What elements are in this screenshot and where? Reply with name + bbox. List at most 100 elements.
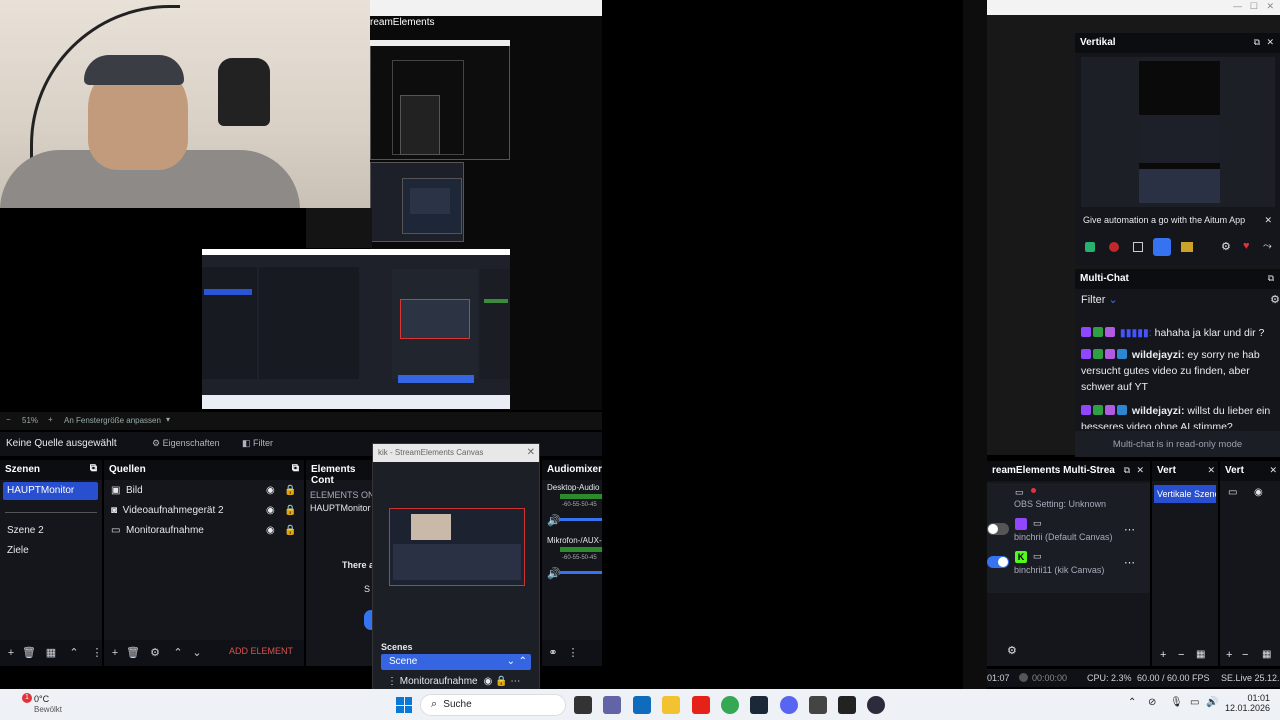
task-view-icon[interactable]	[574, 696, 592, 714]
scene-item-szene2[interactable]: Szene 2	[7, 525, 44, 536]
volume-icon[interactable]: 🔊	[547, 567, 561, 580]
app-icon[interactable]	[809, 696, 827, 714]
gear-icon[interactable]: ⚙	[1007, 644, 1017, 657]
add-element-button[interactable]: ADD ELEMENT	[229, 646, 293, 656]
vertikale-szene-button[interactable]: Vertikale Szene	[1154, 485, 1216, 503]
source-item[interactable]: ◙ Videoaufnahmegerät 2 ◉ 🔒	[111, 505, 301, 516]
filter-icon[interactable]: ▦	[1196, 649, 1205, 660]
undock-icon[interactable]: ⧉	[1254, 37, 1260, 48]
more-icon[interactable]: ⋯	[1124, 523, 1135, 536]
lock-icon[interactable]: 🔒	[284, 505, 296, 516]
mic-icon[interactable]: 🎙	[1170, 697, 1183, 708]
elements-button[interactable]	[364, 610, 372, 630]
trash-icon[interactable]: 🗑	[22, 646, 36, 660]
add-icon[interactable]: +	[1226, 649, 1232, 661]
source-item[interactable]: ▣ Bild ◉ 🔒	[111, 485, 301, 496]
clock[interactable]: 01:01 12.01.2026	[1210, 693, 1270, 713]
eye-icon[interactable]: ◉	[1254, 487, 1263, 498]
add-icon[interactable]: +	[4, 646, 18, 660]
properties-button[interactable]: ⚙ Eigenschaften	[146, 436, 226, 453]
undock-icon[interactable]: ⧉	[292, 463, 299, 474]
close-icon[interactable]: ✕	[1266, 37, 1274, 48]
close-icon[interactable]: ✕	[1136, 465, 1144, 476]
chrome-icon[interactable]	[721, 696, 739, 714]
down-icon[interactable]: ⌄	[190, 646, 204, 660]
tray-chevron-icon[interactable]: ⌃	[1128, 697, 1136, 708]
more-icon[interactable]: ⋯	[510, 676, 520, 687]
close-promo-icon[interactable]: ✕	[1264, 215, 1272, 226]
monitor-icon[interactable]: ▭	[1228, 487, 1237, 498]
zoom-plus-icon[interactable]: +	[48, 415, 53, 424]
close-icon[interactable]: ✕	[1269, 465, 1277, 476]
filter-icon[interactable]: ▦	[1262, 649, 1271, 660]
undock-icon[interactable]: ⧉	[1124, 465, 1130, 476]
minus-icon[interactable]: −	[1242, 649, 1248, 661]
eye-icon[interactable]: ◉	[266, 485, 275, 496]
taskbar-search[interactable]: ⌕ Suche	[420, 694, 566, 716]
chevron-down-icon[interactable]: ⌄	[507, 656, 515, 667]
virtual-cam-icon[interactable]	[1133, 242, 1143, 252]
volume-icon[interactable]: 🔊	[547, 514, 561, 527]
up-icon[interactable]: ⌃	[67, 646, 81, 660]
gear-icon[interactable]: ⚙	[1270, 293, 1280, 306]
more-icon[interactable]: ⋮	[566, 646, 580, 660]
store-icon[interactable]	[633, 696, 651, 714]
minimize-icon[interactable]: —	[1233, 1, 1242, 11]
more-icon[interactable]: ⋯	[1124, 556, 1135, 569]
zoom-fit-label[interactable]: An Fenstergröße anpassen	[64, 416, 161, 425]
link-icon[interactable]: ⚭	[546, 646, 560, 660]
close-icon[interactable]: ✕	[1266, 1, 1274, 12]
eye-icon[interactable]: ◉	[266, 505, 275, 516]
lock-icon[interactable]: 🔒	[284, 485, 296, 496]
network-icon[interactable]: ⊘	[1148, 697, 1156, 708]
stream-icon[interactable]	[1085, 242, 1095, 252]
discord-icon[interactable]	[780, 696, 798, 714]
close-icon[interactable]: ✕	[527, 447, 535, 458]
record-icon[interactable]	[1109, 242, 1119, 252]
volume-slider[interactable]	[560, 571, 602, 574]
replay-icon[interactable]	[1153, 238, 1171, 256]
teams-icon[interactable]	[603, 696, 621, 714]
maximize-icon[interactable]: ☐	[1250, 1, 1258, 12]
epic-games-icon[interactable]	[838, 696, 856, 714]
chat-filter[interactable]: Filter ⌄	[1081, 293, 1118, 306]
undock-icon[interactable]: ⧉	[1268, 273, 1274, 284]
filter-icon[interactable]: ▦	[44, 646, 58, 660]
scene-item-ziele[interactable]: Ziele	[7, 545, 29, 556]
lock-icon[interactable]: 🔒	[284, 525, 296, 536]
close-icon[interactable]: ✕	[1207, 465, 1215, 476]
steam-icon[interactable]	[750, 696, 768, 714]
lock-icon[interactable]: 🔒	[495, 676, 507, 687]
explorer-icon[interactable]	[662, 696, 680, 714]
heart-icon[interactable]: ♥	[1243, 240, 1250, 252]
canvas-scene-item[interactable]: Scene ⌄ ⌃	[381, 654, 531, 670]
volume-slider[interactable]	[560, 518, 602, 521]
youtube-icon[interactable]	[692, 696, 710, 714]
share-icon[interactable]: ⤳	[1263, 240, 1272, 253]
zoom-minus-icon[interactable]: −	[6, 415, 11, 424]
weather-widget[interactable]: 1 0°C Bewölkt	[8, 693, 78, 717]
chevron-up-icon[interactable]: ⌃	[519, 656, 527, 667]
more-icon[interactable]: ⋮	[90, 646, 104, 660]
windows-start-icon[interactable]	[396, 697, 412, 713]
add-icon[interactable]: +	[1160, 649, 1166, 661]
display-icon[interactable]: ▭	[1190, 697, 1199, 708]
gear-icon[interactable]: ⚙	[1221, 240, 1231, 253]
undock-icon[interactable]: ⧉	[90, 463, 97, 474]
up-icon[interactable]: ⌃	[171, 646, 185, 660]
folder-icon[interactable]	[1181, 242, 1193, 252]
toggle-switch[interactable]	[987, 556, 1009, 568]
toggle-switch[interactable]	[987, 523, 1009, 535]
minus-icon[interactable]: −	[1178, 649, 1184, 661]
add-icon[interactable]: +	[108, 646, 122, 660]
source-item[interactable]: ▭ Monitoraufnahme ◉ 🔒	[111, 525, 301, 536]
eye-icon[interactable]: ◉	[484, 676, 493, 687]
eye-icon[interactable]: ◉	[266, 525, 275, 536]
filter-button[interactable]: ◧ Filter	[236, 436, 279, 453]
gear-icon[interactable]: ⚙	[148, 646, 162, 660]
obs-icon[interactable]	[867, 696, 885, 714]
trash-icon[interactable]: 🗑	[126, 646, 140, 660]
zoom-dropdown-icon[interactable]: ▾	[166, 415, 170, 424]
canvas-source-item[interactable]: ⋮ Monitoraufnahme ◉ 🔒 ⋯	[387, 676, 520, 687]
scene-item-hauptmonitor[interactable]: HAUPTMonitor	[3, 482, 98, 500]
